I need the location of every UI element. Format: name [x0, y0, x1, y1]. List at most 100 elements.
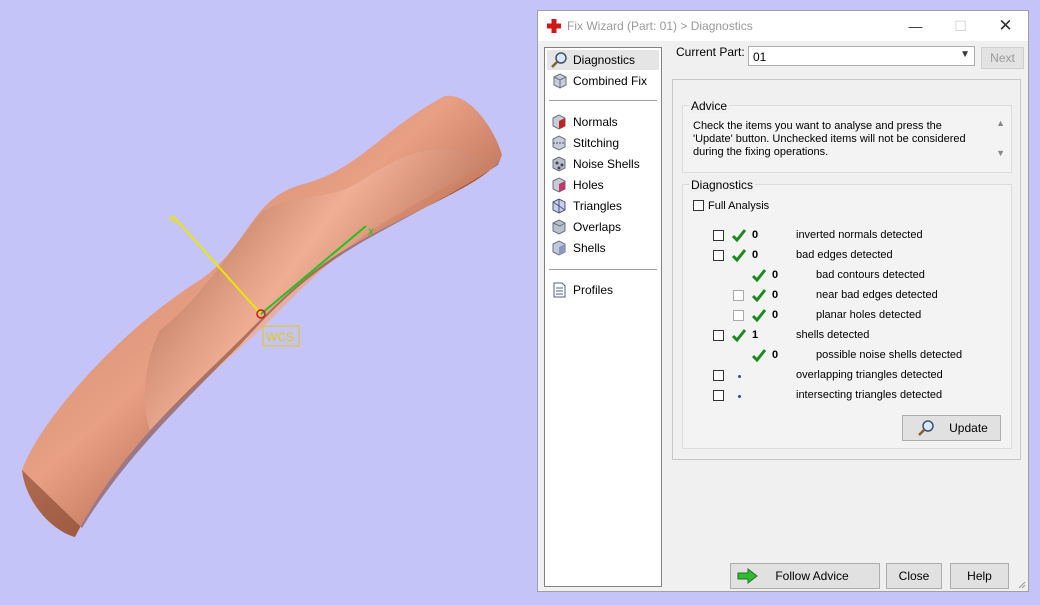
row-count: 0 [772, 349, 779, 361]
nav-item-holes[interactable]: Holes [547, 175, 659, 195]
nav-label: Profiles [573, 283, 614, 297]
advice-text: Check the items you want to analyse and … [693, 120, 966, 158]
row-count: 1 [752, 329, 759, 341]
row-checkbox[interactable] [713, 230, 724, 241]
help-label: Help [967, 569, 992, 583]
triangles-icon [552, 198, 566, 214]
nav-label: Triangles [573, 199, 622, 213]
minimize-button[interactable]: — [893, 11, 938, 41]
checkmark-icon [731, 249, 747, 263]
diagnostics-heading: Diagnostics [689, 178, 756, 192]
diagnostics-group: Diagnostics Full Analysis 0 inverted nor… [682, 178, 1012, 449]
checkmark-icon [751, 309, 767, 323]
nav-item-overlaps[interactable]: Overlaps [547, 217, 659, 237]
nav-separator [549, 269, 657, 270]
row-count: 0 [752, 229, 759, 241]
row-label: near bad edges detected [816, 289, 938, 301]
row-label: inverted normals detected [796, 229, 923, 241]
medical-cross-icon [547, 19, 561, 33]
nav-label: Diagnostics [573, 53, 636, 67]
nav-label: Noise Shells [573, 157, 640, 171]
row-count: 0 [772, 289, 779, 301]
row-checkbox[interactable] [733, 310, 744, 321]
nav-item-triangles[interactable]: Triangles [547, 196, 659, 216]
current-part-label: Current Part: [676, 45, 745, 59]
update-label: Update [949, 421, 988, 435]
row-count: 0 [772, 309, 779, 321]
advice-group: Advice Check the items you want to analy… [682, 99, 1012, 173]
advice-heading: Advice [689, 99, 730, 113]
document-icon [553, 282, 566, 298]
fix-wizard-window: Fix Wizard (Part: 01) > Diagnostics — ☐ … [537, 10, 1029, 592]
follow-advice-button[interactable]: Follow Advice [730, 563, 880, 589]
holes-cube-icon [552, 177, 566, 193]
normals-cube-icon [552, 114, 566, 130]
scroll-up-icon[interactable]: ▲ [996, 118, 1005, 128]
row-label: intersecting triangles detected [796, 389, 943, 401]
3d-viewport[interactable]: ↖ x WCS [0, 0, 536, 605]
row-checkbox[interactable] [713, 330, 724, 341]
next-button[interactable]: Next [981, 47, 1024, 69]
row-count: 0 [752, 249, 759, 261]
nav-label: Stitching [573, 136, 620, 150]
scroll-down-icon[interactable]: ▼ [996, 148, 1005, 158]
row-label: overlapping triangles detected [796, 369, 943, 381]
nav-label: Holes [573, 178, 604, 192]
row-checkbox[interactable] [713, 250, 724, 261]
row-checkbox[interactable] [713, 370, 724, 381]
maximize-button[interactable]: ☐ [938, 11, 983, 41]
checkmark-icon [731, 329, 747, 343]
update-button[interactable]: Update [902, 415, 1001, 441]
row-label: bad contours detected [816, 269, 925, 281]
pending-dot-icon [738, 395, 741, 398]
model-render: ↖ x WCS [22, 95, 502, 537]
stitching-cube-icon [552, 135, 566, 151]
checkmark-icon [751, 289, 767, 303]
nav-label: Overlaps [573, 220, 622, 234]
nav-item-combined-fix[interactable]: Combined Fix [547, 71, 659, 91]
checkmark-icon [731, 229, 747, 243]
nav-label: Combined Fix [573, 74, 648, 88]
checkmark-icon [751, 349, 767, 363]
overlaps-icon [552, 219, 566, 235]
close-button[interactable]: Close [886, 563, 942, 589]
nav-item-diagnostics[interactable]: Diagnostics [547, 50, 659, 70]
nav-item-profiles[interactable]: Profiles [547, 280, 659, 300]
nav-label: Shells [573, 241, 606, 255]
nav-item-normals[interactable]: Normals [547, 112, 659, 132]
nav-separator [549, 100, 657, 101]
shells-icon [552, 240, 566, 256]
checkmark-icon [751, 269, 767, 283]
row-label: possible noise shells detected [816, 349, 963, 361]
arrow-right-icon [737, 568, 758, 584]
title-bar[interactable]: Fix Wizard (Part: 01) > Diagnostics — ☐ … [538, 11, 1028, 41]
nav-item-stitching[interactable]: Stitching [547, 133, 659, 153]
current-part-select[interactable]: 01 ▼ [748, 46, 975, 66]
magnifier-icon [551, 52, 567, 68]
row-checkbox[interactable] [733, 290, 744, 301]
axis-x-label: x [368, 224, 374, 238]
chevron-down-icon: ▼ [960, 49, 970, 60]
row-label: shells detected [796, 329, 870, 341]
help-button[interactable]: Help [950, 563, 1009, 589]
window-title: Fix Wizard (Part: 01) > Diagnostics [567, 19, 753, 33]
row-checkbox[interactable] [713, 390, 724, 401]
pending-dot-icon [738, 375, 741, 378]
diagnostics-panel: Advice Check the items you want to analy… [672, 79, 1021, 460]
current-part-value: 01 [753, 50, 767, 64]
full-analysis-checkbox[interactable] [693, 200, 704, 211]
nav-item-noise-shells[interactable]: Noise Shells [547, 154, 659, 174]
resize-grip-icon[interactable] [1016, 579, 1026, 589]
cube-icon [553, 73, 567, 89]
row-label: bad edges detected [796, 249, 893, 261]
magnifier-icon [918, 420, 934, 436]
nav-label: Normals [573, 115, 618, 129]
noise-shells-icon [552, 156, 566, 172]
nav-item-shells[interactable]: Shells [547, 238, 659, 258]
row-count: 0 [772, 269, 779, 281]
wcs-label: WCS [266, 330, 294, 344]
full-analysis-label: Full Analysis [708, 200, 770, 212]
close-window-button[interactable]: ✕ [983, 11, 1028, 41]
close-label: Close [898, 569, 930, 583]
wizard-nav-list: Diagnostics Combined Fix Normals Stitchi… [544, 47, 662, 587]
